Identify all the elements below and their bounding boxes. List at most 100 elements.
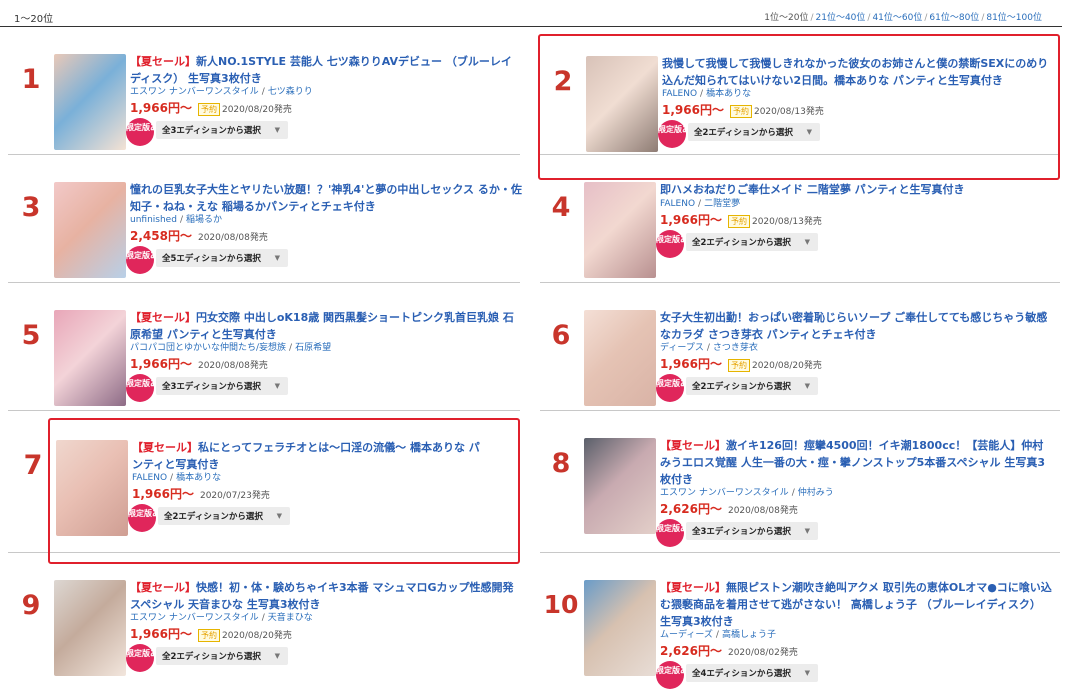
price: 1,966円〜	[130, 627, 192, 641]
release-date: 2020/08/13発売	[753, 107, 824, 117]
maker-actress: FALENO / 橋本ありな	[132, 470, 221, 483]
product-title: 女子大生初出勤！おっぱい密着恥じらいソープ ご奉仕してても感じちゃう敏感なカラダ…	[660, 311, 1048, 341]
product-title: 我慢して我慢して我慢しきれなかった彼女のお姉さんと僕の禁断SEXにのめり込んだ知…	[662, 57, 1049, 87]
product-thumbnail[interactable]	[584, 310, 656, 406]
actress-link[interactable]: 七ツ森りり	[268, 87, 313, 97]
sale-tag: 【夏セール】	[130, 55, 196, 68]
actress-link[interactable]: 天音まひな	[268, 613, 313, 623]
maker-link[interactable]: FALENO	[662, 89, 697, 99]
separator: /	[791, 488, 795, 498]
edition-label: 全4エディションから選択	[692, 669, 791, 679]
actress-link[interactable]: 橋本ありな	[176, 473, 221, 483]
maker-link[interactable]: ディープス	[660, 343, 704, 353]
maker-link[interactable]: FALENO	[660, 199, 695, 209]
ranking-item: 1 【夏セール】新人NO.1STYLE 芸能人 七ツ森りりAVデビュー （ブルーレ…	[8, 34, 530, 180]
actress-link[interactable]: 橋本ありな	[706, 89, 751, 99]
edition-dropdown[interactable]: 全3エディションから選択 ▼	[156, 377, 288, 395]
actress-link[interactable]: 仲村みう	[798, 488, 834, 498]
edition-label: 全3エディションから選択	[162, 126, 261, 136]
product-title: 即ハメおねだりご奉仕メイド 二階堂夢 パンティと生写真付き	[660, 183, 965, 196]
product-title-link[interactable]: 【夏セール】激イキ126回！痙攣4500回！イキ潮1800cc！【芸能人】仲村み…	[660, 437, 1052, 488]
product-thumbnail[interactable]	[54, 182, 126, 278]
maker-link[interactable]: unfinished	[130, 215, 177, 225]
edition-dropdown[interactable]: 全3エディションから選択 ▼	[156, 121, 288, 139]
edition-dropdown[interactable]: 全4エディションから選択 ▼	[686, 664, 818, 682]
price: 2,458円〜	[130, 229, 192, 243]
actress-link[interactable]: 高橋しょう子	[722, 630, 776, 640]
limited-edition-badge: 限定版あり	[656, 519, 696, 547]
limited-edition-badge: 限定版あり	[128, 504, 168, 532]
actress-link[interactable]: 二階堂夢	[704, 199, 740, 209]
limited-edition-badge: 限定版あり	[126, 644, 166, 672]
reserve-badge: 予約	[727, 215, 750, 228]
separator: /	[170, 473, 174, 483]
page-link-41[interactable]: 41位〜60位	[872, 13, 922, 23]
maker-actress: ムーディーズ / 高橋しょう子	[660, 627, 776, 640]
product-thumbnail[interactable]	[56, 440, 128, 536]
product-title-link[interactable]: 【夏セール】円女交際 中出しoK18歳 関西黒髪ショートピンク乳首巨乳娘 石原希…	[130, 309, 522, 343]
product-thumbnail[interactable]	[586, 56, 658, 152]
product-title-link[interactable]: 憧れの巨乳女子大生とヤリたい放題！？'神乳4'と夢の中出しセックス るか・佐知子…	[130, 181, 522, 215]
maker-actress: エスワン ナンバーワンスタイル / 仲村みう	[660, 485, 834, 498]
reserve-badge: 予約	[727, 359, 750, 372]
sale-tag: 【夏セール】	[660, 581, 726, 594]
price: 1,966円〜	[130, 357, 192, 371]
product-title-link[interactable]: 我慢して我慢して我慢しきれなかった彼女のお姉さんと僕の禁断SEXにのめり込んだ知…	[662, 55, 1054, 89]
price: 1,966円〜	[132, 487, 194, 501]
rank-number: 3	[21, 192, 41, 223]
product-thumbnail[interactable]	[54, 310, 126, 406]
maker-link[interactable]: パコパコ団とゆかいな仲間たち/妄想族	[130, 343, 286, 353]
edition-dropdown[interactable]: 全2エディションから選択 ▼	[158, 507, 290, 525]
ranking-item: 6 女子大生初出勤！おっぱい密着恥じらいソープ ご奉仕してても感じちゃう敏感なカラ…	[538, 290, 1060, 436]
product-title-link[interactable]: 【夏セール】新人NO.1STYLE 芸能人 七ツ森りりAVデビュー （ブルーレイ…	[130, 53, 522, 87]
page-link-21[interactable]: 21位〜40位	[816, 13, 866, 23]
edition-dropdown[interactable]: 全3エディションから選択 ▼	[686, 522, 818, 540]
ranking-item: 10 【夏セール】無限ピストン潮吹き絶叫アクメ 取引先の恵体OLオマ●コに喰い込む…	[538, 560, 1060, 696]
product-thumbnail[interactable]	[584, 182, 656, 278]
maker-link[interactable]: FALENO	[132, 473, 167, 483]
product-thumbnail[interactable]	[584, 580, 656, 676]
actress-link[interactable]: さつき芽衣	[713, 343, 758, 353]
product-thumbnail[interactable]	[54, 580, 126, 676]
product-title-link[interactable]: 女子大生初出勤！おっぱい密着恥じらいソープ ご奉仕してても感じちゃう敏感なカラダ…	[660, 309, 1052, 343]
rank-number: 2	[553, 66, 573, 97]
product-title-link[interactable]: 【夏セール】快感！初・体・験めちゃイキ3本番 マシュマロGカップ性感開発スペシャ…	[130, 579, 522, 613]
separator: /	[715, 630, 719, 640]
page-link-81[interactable]: 81位〜100位	[986, 13, 1042, 23]
price-line: 2,458円〜 2020/08/08発売	[130, 227, 268, 244]
release-date: 2020/08/20発売	[221, 631, 292, 641]
price-line: 2,626円〜 2020/08/02発売	[660, 642, 798, 659]
product-title-link[interactable]: 【夏セール】私にとってフェラチオとは〜口淫の流儀〜 橋本ありな パンティと写真付…	[132, 439, 490, 473]
edition-dropdown[interactable]: 全5エディションから選択 ▼	[156, 249, 288, 267]
actress-link[interactable]: 石原希望	[295, 343, 331, 353]
page-link-61[interactable]: 61位〜80位	[929, 13, 979, 23]
edition-label: 全2エディションから選択	[692, 238, 791, 248]
edition-dropdown[interactable]: 全2エディションから選択 ▼	[686, 233, 818, 251]
chevron-down-icon: ▼	[274, 382, 280, 390]
ranking-item: 3 憧れの巨乳女子大生とヤリたい放題！？'神乳4'と夢の中出しセックス るか・佐知…	[8, 162, 530, 308]
rank-number: 10	[543, 590, 579, 619]
edition-dropdown[interactable]: 全2エディションから選択 ▼	[156, 647, 288, 665]
rank-number: 4	[551, 192, 571, 223]
edition-label: 全3エディションから選択	[162, 382, 261, 392]
price-line: 1,966円〜 予約 2020/08/20発売	[130, 625, 292, 642]
maker-link[interactable]: エスワン ナンバーワンスタイル	[130, 613, 259, 623]
ranking-item: 2 我慢して我慢して我慢しきれなかった彼女のお姉さんと僕の禁断SEXにのめり込んだ…	[538, 34, 1060, 180]
rank-number: 1	[21, 64, 41, 95]
edition-dropdown[interactable]: 全2エディションから選択 ▼	[686, 377, 818, 395]
maker-link[interactable]: エスワン ナンバーワンスタイル	[130, 87, 259, 97]
maker-link[interactable]: エスワン ナンバーワンスタイル	[660, 488, 789, 498]
product-thumbnail[interactable]	[54, 54, 126, 150]
maker-link[interactable]: ムーディーズ	[660, 630, 713, 640]
product-title-link[interactable]: 【夏セール】無限ピストン潮吹き絶叫アクメ 取引先の恵体OLオマ●コに喰い込む猥褻…	[660, 579, 1052, 630]
price-line: 1,966円〜 2020/08/08発売	[130, 355, 268, 372]
actress-link[interactable]: 稲場るか	[186, 215, 222, 225]
edition-dropdown[interactable]: 全2エディションから選択 ▼	[688, 123, 820, 141]
pagination: 1位〜20位/21位〜40位/41位〜60位/61位〜80位/81位〜100位	[764, 13, 1042, 23]
thumbnail-image	[54, 580, 126, 676]
product-thumbnail[interactable]	[584, 438, 656, 534]
edition-label: 全2エディションから選択	[692, 382, 791, 392]
separator: /	[261, 613, 265, 623]
ranking-item: 7 【夏セール】私にとってフェラチオとは〜口淫の流儀〜 橋本ありな パンティと写真…	[24, 418, 520, 564]
page-link-1[interactable]: 1位〜20位	[764, 13, 808, 23]
